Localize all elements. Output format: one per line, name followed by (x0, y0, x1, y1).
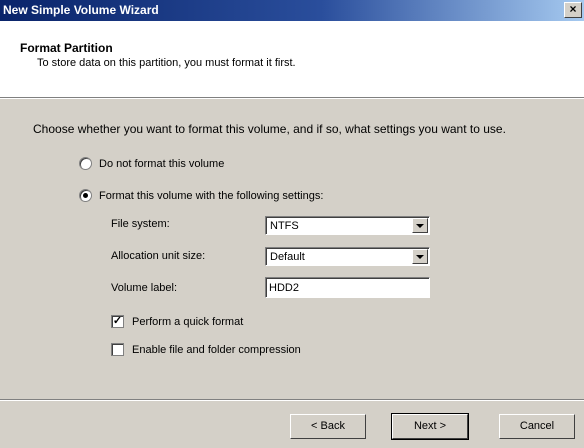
footer-divider (0, 399, 584, 401)
cancel-button[interactable]: Cancel (499, 414, 575, 439)
compression-checkbox-row[interactable]: Enable file and folder compression (111, 343, 301, 356)
back-button[interactable]: < Back (290, 414, 366, 439)
window-title: New Simple Volume Wizard (3, 3, 159, 17)
allocation-unit-select[interactable]: Default (265, 247, 430, 266)
quick-format-checkbox-row[interactable]: ✓ Perform a quick format (111, 315, 243, 328)
compression-label: Enable file and folder compression (132, 343, 301, 356)
radio-label: Do not format this volume (99, 157, 225, 170)
wizard-header: Format Partition To store data on this p… (0, 21, 584, 97)
next-button[interactable]: Next > (391, 413, 469, 440)
page-subtitle: To store data on this partition, you mus… (37, 57, 296, 69)
quick-format-checkbox[interactable]: ✓ (111, 315, 124, 328)
radio-do-not-format[interactable]: Do not format this volume (79, 157, 224, 170)
quick-format-label: Perform a quick format (132, 315, 244, 328)
file-system-select[interactable]: NTFS (265, 216, 430, 235)
volume-label-label: Volume label: (111, 282, 178, 294)
compression-checkbox[interactable] (111, 343, 124, 356)
radio-button-selected[interactable] (79, 189, 92, 202)
volume-label-input[interactable] (265, 277, 430, 298)
allocation-unit-label: Allocation unit size: (111, 250, 206, 262)
title-bar[interactable]: New Simple Volume Wizard × (0, 0, 584, 21)
dropdown-button[interactable] (412, 218, 428, 233)
close-icon: × (569, 2, 577, 16)
file-system-value: NTFS (270, 220, 299, 232)
close-button[interactable]: × (564, 2, 582, 18)
header-divider (0, 97, 584, 99)
radio-button[interactable] (79, 157, 92, 170)
radio-format-volume[interactable]: Format this volume with the following se… (79, 189, 323, 202)
page-title: Format Partition (20, 41, 113, 55)
chevron-down-icon (416, 224, 424, 228)
allocation-unit-value: Default (270, 251, 305, 263)
dropdown-button[interactable] (412, 249, 428, 264)
intro-text: Choose whether you want to format this v… (33, 122, 506, 136)
radio-label: Format this volume with the following se… (99, 189, 324, 202)
file-system-label: File system: (111, 218, 170, 230)
wizard-window: New Simple Volume Wizard × Format Partit… (0, 0, 584, 448)
chevron-down-icon (416, 255, 424, 259)
